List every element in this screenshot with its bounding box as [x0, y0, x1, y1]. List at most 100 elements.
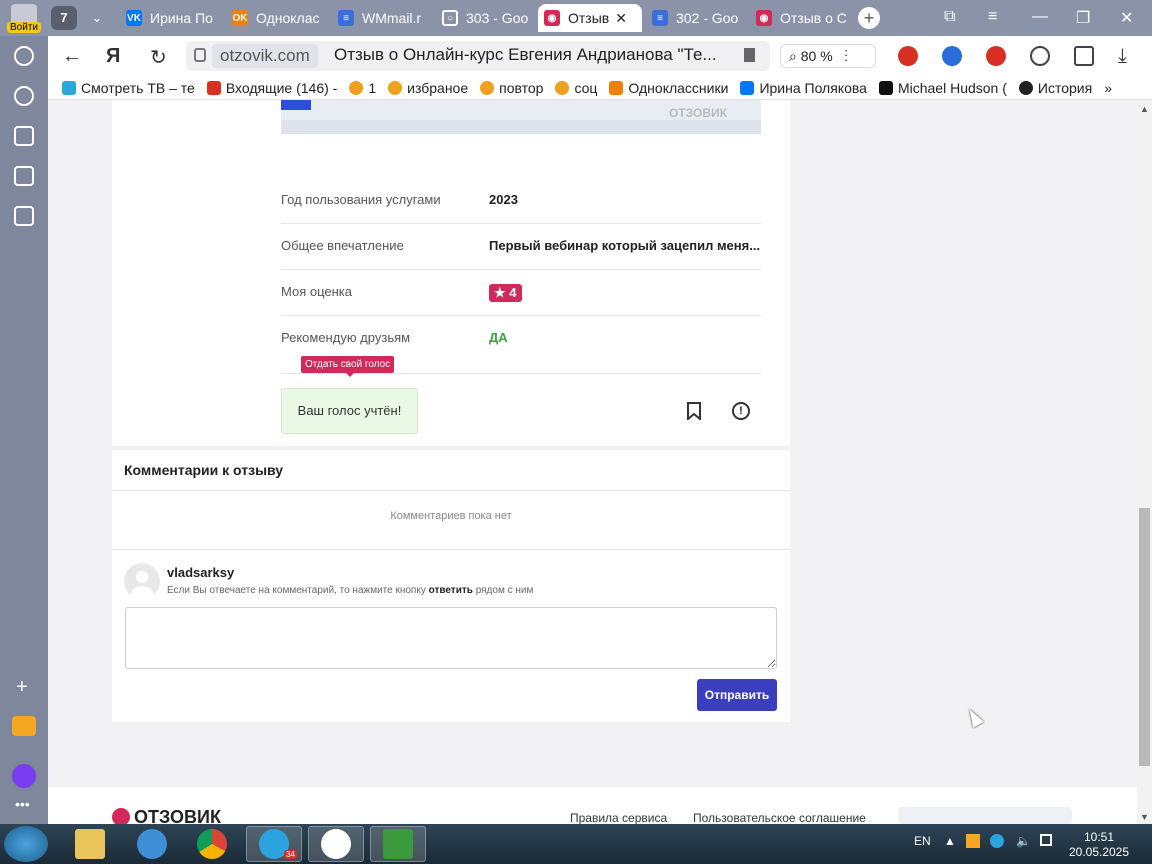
tab-303[interactable]: ○ 303 - Goo: [436, 4, 536, 32]
shield-icon[interactable]: [1030, 46, 1050, 66]
review-card: ОТЗОВИК Год пользования услугами 2023 Об…: [112, 100, 790, 446]
footer-logo[interactable]: ОТЗОВИК: [112, 807, 221, 824]
login-button[interactable]: Войти: [0, 0, 48, 36]
menu-icon[interactable]: ≡: [988, 8, 997, 26]
vk-icon: VK: [126, 10, 142, 26]
bookmark-history[interactable]: История: [1018, 80, 1092, 96]
reload-icon[interactable]: ↻: [150, 45, 167, 70]
mail-icon[interactable]: [12, 716, 36, 736]
footer-link-agreement[interactable]: Пользовательское соглашение: [693, 811, 866, 824]
tab-label: Отзыв: [568, 10, 610, 26]
globe-icon: [137, 829, 167, 859]
bookmark-izbranoe[interactable]: избраное: [388, 80, 468, 96]
otzovik-logo-icon: [112, 808, 130, 824]
start-button[interactable]: [4, 826, 48, 862]
collections-icon[interactable]: ⧉: [944, 8, 955, 26]
minimize-icon[interactable]: —: [1032, 8, 1048, 26]
tab-otzyv-active[interactable]: ◉ Отзыв ✕: [538, 4, 642, 32]
chevron-down-icon[interactable]: ⌄: [84, 6, 110, 30]
add-icon[interactable]: +: [16, 676, 28, 699]
divider: [112, 549, 790, 550]
rating-badge: ★ 4: [489, 284, 522, 302]
seven-icon[interactable]: [14, 166, 34, 186]
tray-telegram-icon[interactable]: [990, 834, 1004, 848]
image-detail: [281, 100, 311, 110]
tv-icon: [62, 80, 76, 95]
bookmark-icon[interactable]: [744, 48, 755, 62]
tab-counter[interactable]: 7: [51, 6, 77, 30]
download-icon[interactable]: ⤓: [1118, 45, 1127, 68]
comment-input[interactable]: [125, 607, 777, 669]
document-icon: ≡: [338, 10, 354, 26]
bookmark-soc[interactable]: соц: [555, 80, 597, 96]
history-icon[interactable]: [14, 46, 34, 66]
url-field[interactable]: otzovik.com Отзыв о Онлайн-курс Евгения …: [186, 41, 770, 71]
vote-button[interactable]: Ваш голос учтён!: [281, 388, 418, 434]
scroll-down-icon[interactable]: ▼: [1140, 812, 1149, 822]
bookmark-gmail[interactable]: Входящие (146) -: [206, 80, 337, 96]
more-icon[interactable]: •••: [15, 796, 30, 812]
new-tab-button[interactable]: +: [858, 7, 880, 29]
camera-icon[interactable]: [14, 126, 34, 146]
close-icon[interactable]: ✕: [615, 10, 627, 27]
folder-icon: [555, 80, 570, 95]
image-watermark: ОТЗОВИК: [669, 106, 727, 120]
close-window-icon[interactable]: ✕: [1120, 8, 1133, 28]
scrollbar-thumb[interactable]: [1139, 508, 1150, 766]
taskbar-ie[interactable]: [124, 826, 180, 862]
tab-wmmail[interactable]: ≡ WMmail.r: [332, 4, 432, 32]
footer-link-rules[interactable]: Правила сервиса: [570, 811, 667, 824]
bookmark-odnoklassniki[interactable]: Одноклассники: [609, 80, 728, 96]
scrollbar[interactable]: ▲ ▼: [1137, 100, 1152, 824]
back-icon[interactable]: ←: [62, 45, 82, 68]
bookmark-irina[interactable]: Ирина Полякова: [740, 80, 867, 96]
taskbar-app[interactable]: [370, 826, 426, 862]
zoom-control[interactable]: ⌕ 80 % ⋮: [780, 44, 876, 68]
bookmark-1[interactable]: 1: [349, 80, 376, 96]
tab-otzyv-2[interactable]: ◉ Отзыв о С: [750, 4, 850, 32]
vote-tooltip: Отдать свой голос: [301, 356, 395, 377]
volume-icon[interactable]: 🔈: [1016, 834, 1031, 848]
hint-bold: ответить: [428, 585, 473, 596]
bookmark-label: Michael Hudson (: [897, 79, 1007, 96]
taskbar-explorer[interactable]: [62, 826, 118, 862]
folder-icon: [480, 80, 495, 95]
zoom-value: 80 %: [800, 48, 833, 64]
tab-irina[interactable]: VK Ирина По: [120, 4, 220, 32]
language-indicator[interactable]: EN: [914, 834, 931, 848]
taskbar-chrome[interactable]: [184, 826, 240, 862]
tab-odnoklassniki[interactable]: OK Одноклас: [226, 4, 330, 32]
bookmark-icon[interactable]: [687, 402, 701, 420]
bookmark-michael[interactable]: Michael Hudson (: [878, 79, 1007, 96]
more-bookmarks-icon[interactable]: »: [1104, 80, 1112, 96]
alice-icon[interactable]: [12, 764, 36, 788]
tray-arrow-icon[interactable]: ▲: [944, 834, 956, 848]
adblock-icon[interactable]: [898, 46, 918, 66]
app-icon: [383, 829, 413, 859]
extensions-icon[interactable]: [1074, 46, 1094, 66]
bookmark-label: Одноклассники: [628, 79, 729, 96]
yandex-icon[interactable]: Я: [106, 45, 120, 68]
bookmark-tv[interactable]: Смотреть ТВ – те: [62, 80, 195, 96]
taskbar-yandex[interactable]: [308, 826, 364, 862]
globe-extension-icon[interactable]: [942, 46, 962, 66]
image-detail: [281, 120, 761, 134]
taskbar-telegram[interactable]: 34: [246, 826, 302, 862]
bookmark-povtor[interactable]: повтор: [480, 80, 543, 96]
login-label: Войти: [7, 21, 41, 33]
report-icon[interactable]: !: [732, 402, 750, 420]
tab-302[interactable]: ≡ 302 - Goo: [646, 4, 746, 32]
clock[interactable]: 10:51 20.05.2025: [1062, 830, 1136, 860]
send-button[interactable]: Отправить: [697, 679, 777, 711]
tab-bar: Войти 7 ⌄ VK Ирина По OK Одноклас ≡ WMmail.…: [0, 0, 1152, 36]
restore-icon[interactable]: ❐: [1076, 8, 1090, 28]
scroll-up-icon[interactable]: ▲: [1140, 104, 1149, 114]
copy-icon[interactable]: [14, 206, 34, 226]
hint-text: рядом с ним: [475, 585, 534, 596]
tray-app-icon[interactable]: [966, 834, 980, 848]
user-avatar: [124, 563, 160, 599]
review-image[interactable]: ОТЗОВИК: [281, 100, 761, 134]
play-icon[interactable]: [14, 86, 34, 106]
trash-extension-icon[interactable]: [986, 46, 1006, 66]
network-icon[interactable]: [1040, 834, 1052, 846]
